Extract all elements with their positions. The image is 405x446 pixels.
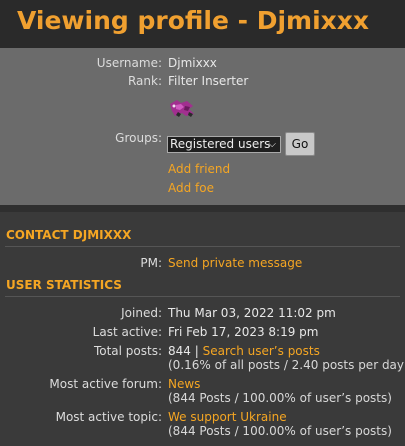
add-friend-link[interactable]: Add friend [168,162,230,176]
pm-label: PM: [140,256,162,270]
last-active-label: Last active: [92,325,162,339]
joined-value: Thu Mar 03, 2022 11:02 pm [168,306,336,320]
rank-value: Filter Inserter [168,74,249,88]
groups-label: Groups: [115,131,162,145]
chevron-down-icon: ⌵ [268,139,276,150]
add-foe-link[interactable]: Add foe [168,181,214,195]
page-title: Viewing profile - Djmixxx [17,6,370,35]
section-divider [0,205,405,212]
username-label: Username: [96,56,162,70]
send-pm-link[interactable]: Send private message [168,256,302,270]
stats-divider [5,296,400,297]
page-header: Viewing profile - Djmixxx [0,0,405,48]
go-button[interactable]: Go [285,132,315,156]
active-forum-label: Most active forum: [49,377,162,391]
rank-label: Rank: [127,74,162,88]
contact-divider [5,246,400,247]
active-topic-label: Most active topic: [55,410,162,424]
total-posts-value: 844 | Search user’s posts [168,344,320,358]
rank-badge-icon [167,97,199,119]
contact-heading: CONTACT DJMIXXX [6,228,132,242]
groups-select-value: Registered users [170,137,271,151]
groups-select[interactable]: Registered users ⌵ [167,136,281,153]
username-value: Djmixxx [168,56,217,70]
last-active-value: Fri Feb 17, 2023 8:19 pm [168,325,319,339]
joined-label: Joined: [121,306,162,320]
search-posts-link[interactable]: Search user’s posts [203,344,320,358]
active-topic-link[interactable]: We support Ukraine [168,410,287,424]
total-posts-count: 844 | [168,344,199,358]
total-posts-detail: (0.16% of all posts / 2.40 posts per day… [168,358,405,372]
active-topic-detail: (844 Posts / 100.00% of user’s posts) [168,424,392,438]
total-posts-label: Total posts: [93,344,162,358]
stats-heading: USER STATISTICS [6,278,122,292]
active-forum-detail: (844 Posts / 100.00% of user’s posts) [168,391,392,405]
active-forum-link[interactable]: News [168,377,200,391]
